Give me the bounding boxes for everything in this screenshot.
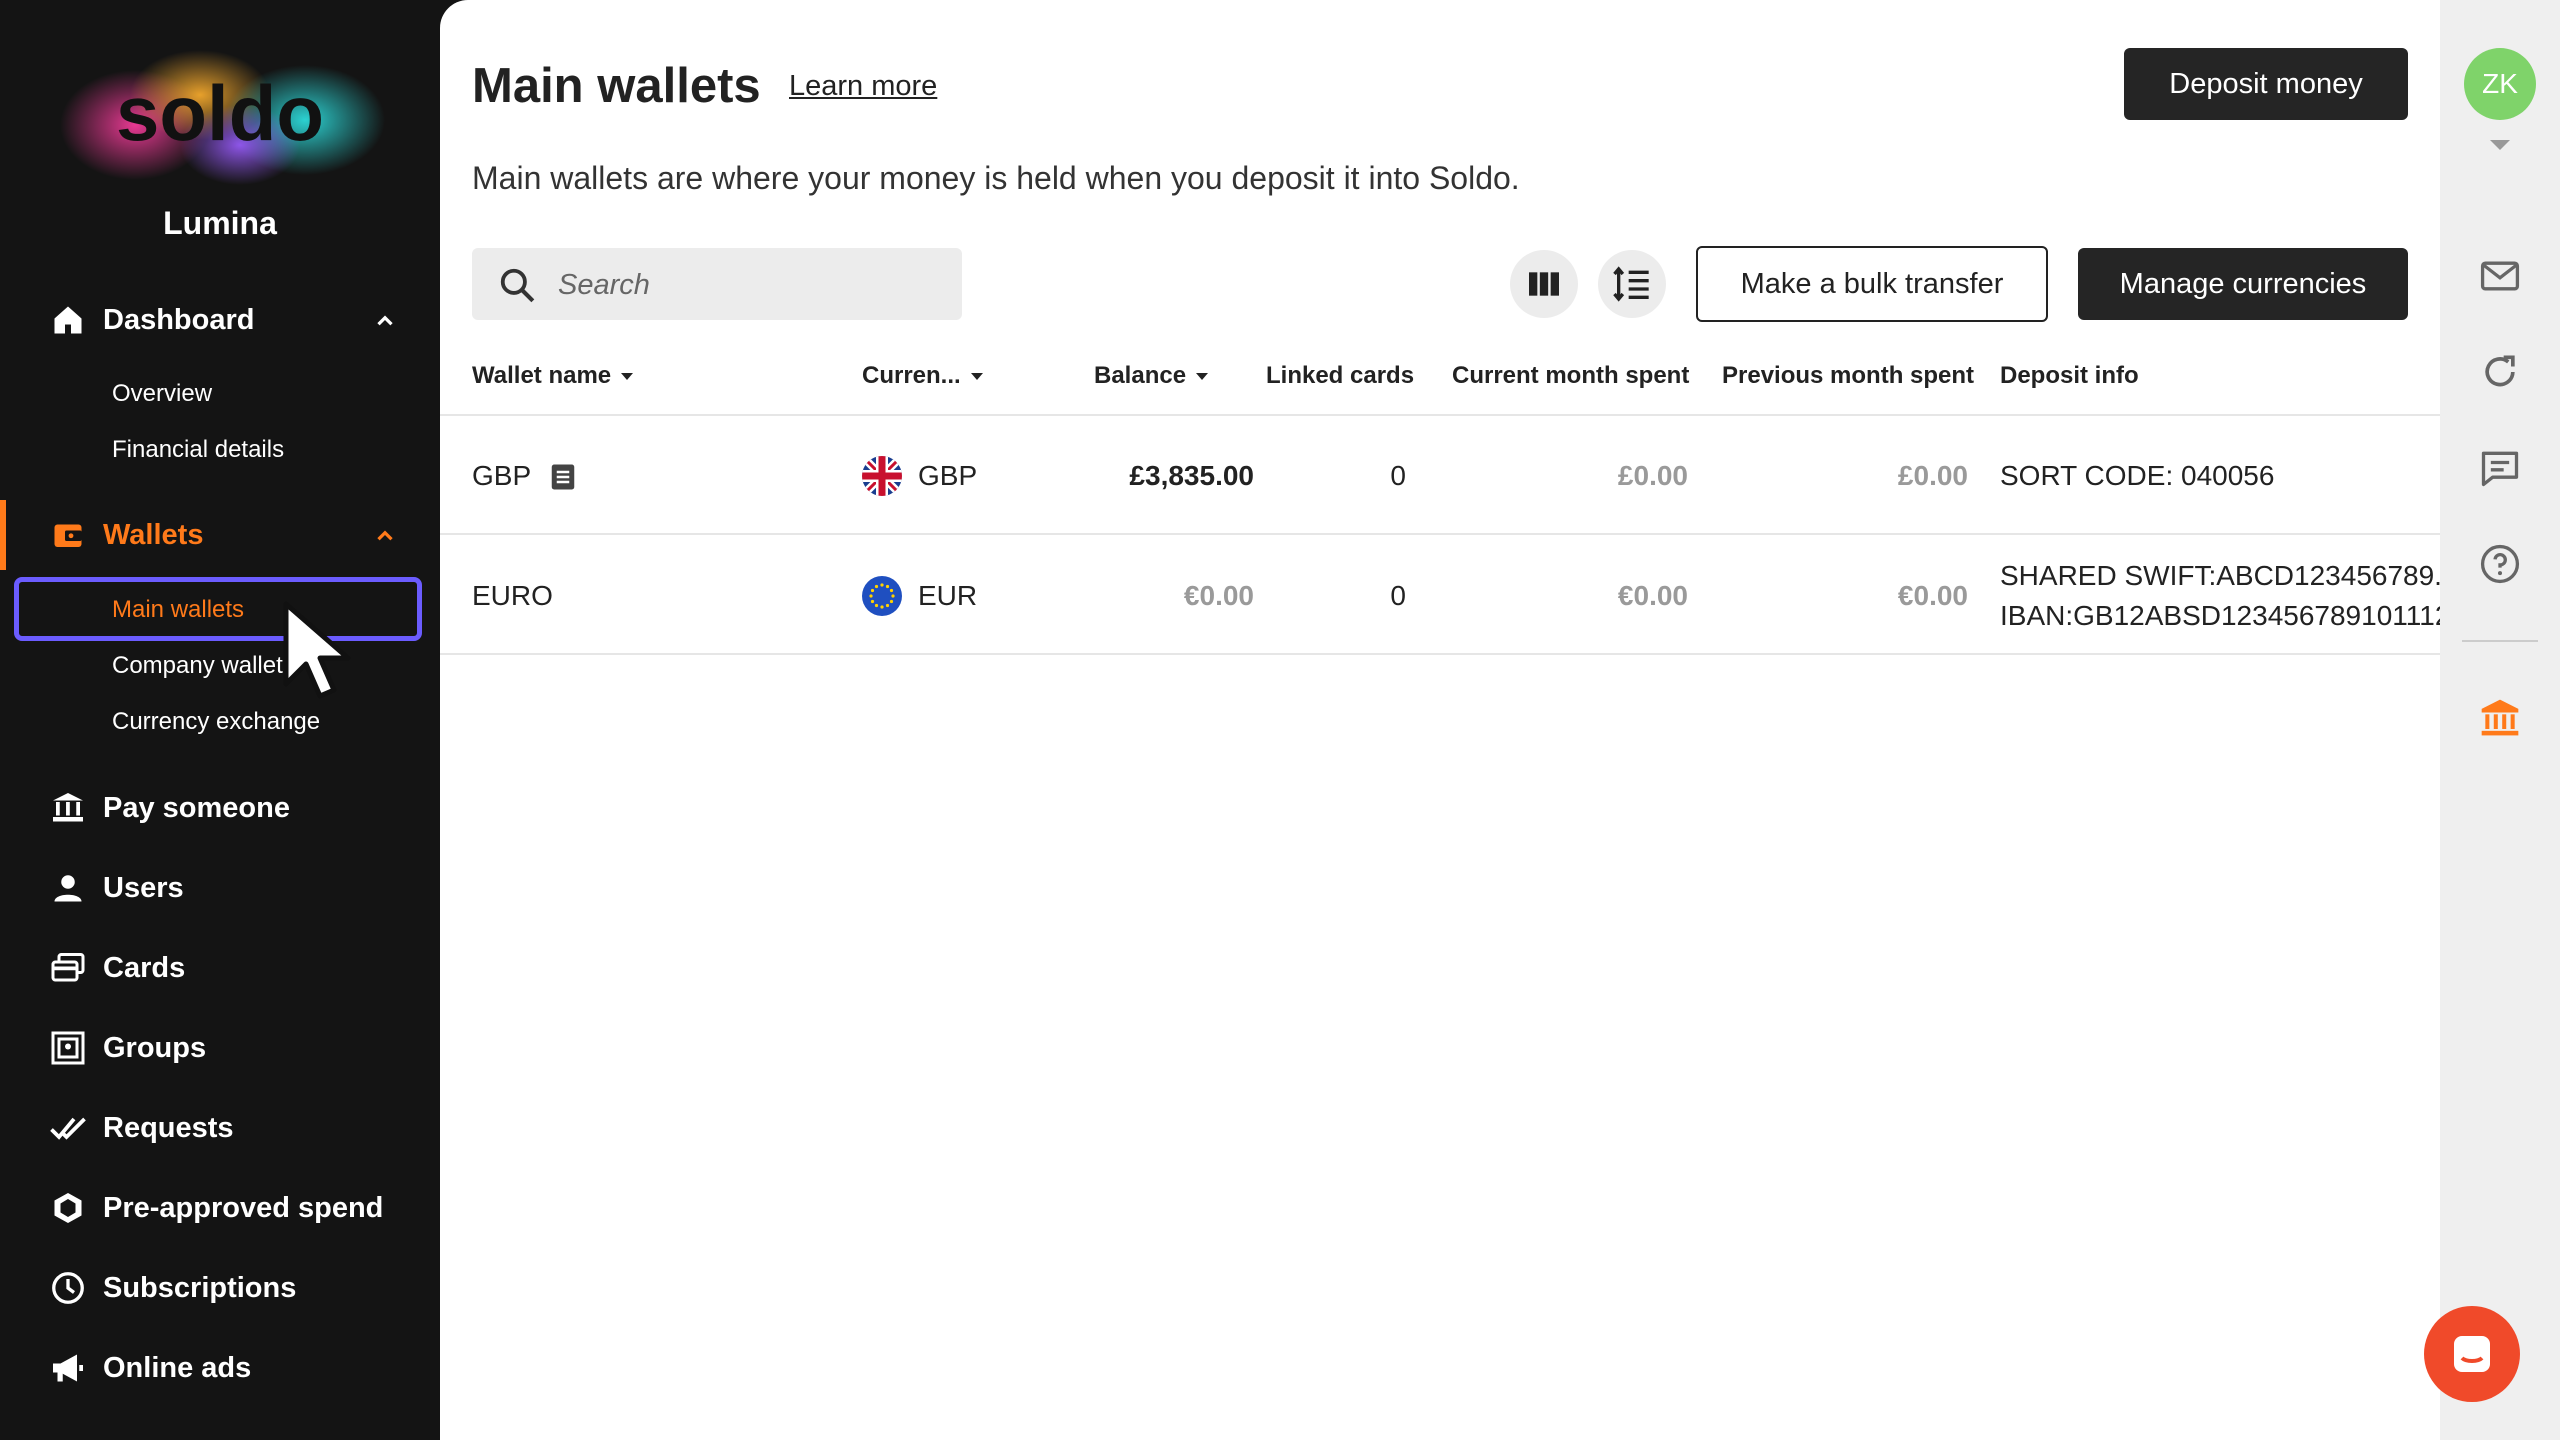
user-icon [50, 870, 86, 906]
nav-requests-label: Requests [103, 1111, 234, 1144]
deposit-info-swift: SHARED SWIFT:ABCD123456789... [2000, 560, 2458, 591]
hexagon-icon [50, 1190, 86, 1226]
page-subtitle: Main wallets are where your money is hel… [472, 160, 1520, 196]
chevron-up-icon[interactable] [372, 308, 398, 334]
wallet-name-cell: GBP [472, 460, 532, 491]
search-icon [500, 268, 535, 303]
search-input[interactable] [556, 262, 940, 308]
search-box[interactable] [472, 248, 962, 320]
manage-currencies-button[interactable]: Manage currencies [2078, 248, 2408, 320]
nav-sub-company-wallets[interactable]: Company wallets [112, 652, 295, 680]
refresh-icon[interactable] [2478, 350, 2522, 394]
cards-icon [50, 950, 86, 986]
nav-cards-label: Cards [103, 951, 186, 984]
columns-toggle-button[interactable] [1510, 250, 1578, 318]
column-header-currency[interactable]: Curren... [862, 362, 983, 390]
column-header-deposit-info: Deposit info [2000, 362, 2139, 389]
chevron-up-icon[interactable] [372, 523, 398, 549]
deposit-info-cell: SORT CODE: 040056 [2000, 460, 2275, 491]
sort-arrow-icon [970, 373, 983, 381]
nav-pre-approved-spend[interactable]: Pre-approved spend [0, 1173, 440, 1243]
wallet-icon [50, 517, 86, 553]
nav-pay-someone-label: Pay someone [103, 791, 290, 824]
sort-arrow-icon [621, 373, 634, 381]
svg-text:soldo: soldo [116, 69, 324, 157]
nav-groups[interactable]: Groups [0, 1013, 440, 1083]
mouse-pointer-icon [283, 601, 351, 699]
chat-icon[interactable] [2478, 446, 2522, 490]
deposit-info-iban: IBAN:GB12ABSD123456789101112 [2000, 600, 2451, 631]
organization-name: Lumina [163, 205, 277, 241]
nav-wallets[interactable]: Wallets [0, 500, 440, 570]
currency-cell: EUR [918, 580, 978, 611]
previous-month-spent-cell: £0.00 [1897, 460, 1968, 491]
column-header-linked-cards: Linked cards [1266, 362, 1415, 389]
main-panel: Main wallets Learn more Deposit money Ma… [440, 0, 2458, 1440]
double-check-icon [50, 1110, 86, 1146]
columns-icon [1529, 272, 1559, 296]
nav-online-ads[interactable]: Online ads [0, 1333, 440, 1403]
nav-wallets-label: Wallets [103, 518, 204, 551]
previous-month-spent-cell: €0.00 [1897, 580, 1968, 611]
nav-cards[interactable]: Cards [0, 933, 440, 1003]
page-title: Main wallets [472, 59, 761, 113]
nav-groups-label: Groups [103, 1031, 207, 1064]
sidebar: soldo Lumina Dashboard Overview Financia… [0, 0, 440, 1440]
groups-icon [50, 1030, 86, 1066]
wallet-name-cell: EURO [472, 580, 553, 611]
linked-cards-cell: 0 [1390, 460, 1406, 491]
uk-flag-icon [862, 456, 902, 496]
column-header-balance[interactable]: Balance [1094, 362, 1209, 390]
divider [440, 533, 2440, 535]
sort-arrow-icon [1196, 373, 1209, 381]
statement-icon[interactable] [548, 462, 578, 492]
nav-pay-someone[interactable]: Pay someone [0, 773, 440, 843]
nav-subscriptions-label: Subscriptions [103, 1271, 297, 1304]
column-header-wallet-name[interactable]: Wallet name [472, 362, 634, 390]
divider [440, 414, 2440, 416]
nav-sub-financial-details[interactable]: Financial details [112, 436, 284, 464]
nav-users[interactable]: Users [0, 853, 440, 923]
current-month-spent-cell: £0.00 [1617, 460, 1688, 491]
nav-dashboard[interactable]: Dashboard [0, 285, 440, 355]
nav-online-ads-label: Online ads [103, 1351, 252, 1384]
messenger-icon [2454, 1336, 2490, 1372]
column-header-current-month-spent: Current month spent [1452, 362, 1690, 389]
nav-dashboard-label: Dashboard [103, 303, 255, 336]
nav-requests[interactable]: Requests [0, 1093, 440, 1163]
nav-sub-main-wallets[interactable]: Main wallets [112, 596, 244, 624]
bank-icon[interactable] [2478, 696, 2522, 740]
right-rail: ZK [2440, 0, 2560, 1440]
divider [2462, 640, 2538, 642]
support-chat-button[interactable] [2424, 1306, 2520, 1402]
help-icon[interactable] [2478, 542, 2522, 586]
currency-cell: GBP [918, 460, 978, 491]
current-month-spent-cell: €0.00 [1617, 580, 1688, 611]
home-icon [50, 302, 86, 338]
eu-flag-icon [862, 576, 902, 616]
linked-cards-cell: 0 [1390, 580, 1406, 611]
caret-down-icon[interactable] [2490, 140, 2510, 150]
soldo-logo[interactable]: soldo [50, 40, 390, 190]
mail-icon[interactable] [2478, 254, 2522, 298]
nav-sub-overview[interactable]: Overview [112, 380, 212, 408]
row-density-button[interactable] [1598, 250, 1666, 318]
nav-users-label: Users [103, 871, 184, 904]
megaphone-icon [50, 1350, 86, 1386]
deposit-money-button[interactable]: Deposit money [2124, 48, 2408, 120]
bank-transfer-icon [50, 790, 86, 826]
balance-cell: €0.00 [1183, 580, 1254, 611]
nav-sub-currency-exchange[interactable]: Currency exchange [112, 708, 320, 736]
balance-cell: £3,835.00 [1129, 460, 1254, 491]
nav-pre-approved-spend-label: Pre-approved spend [103, 1191, 384, 1224]
line-spacing-icon [1613, 266, 1649, 302]
divider [440, 653, 2440, 655]
avatar[interactable]: ZK [2464, 48, 2536, 120]
clock-icon [50, 1270, 86, 1306]
column-header-previous-month-spent: Previous month spent [1722, 362, 1975, 389]
learn-more-link[interactable]: Learn more [789, 70, 937, 103]
nav-subscriptions[interactable]: Subscriptions [0, 1253, 440, 1323]
bulk-transfer-button[interactable]: Make a bulk transfer [1696, 246, 2048, 322]
